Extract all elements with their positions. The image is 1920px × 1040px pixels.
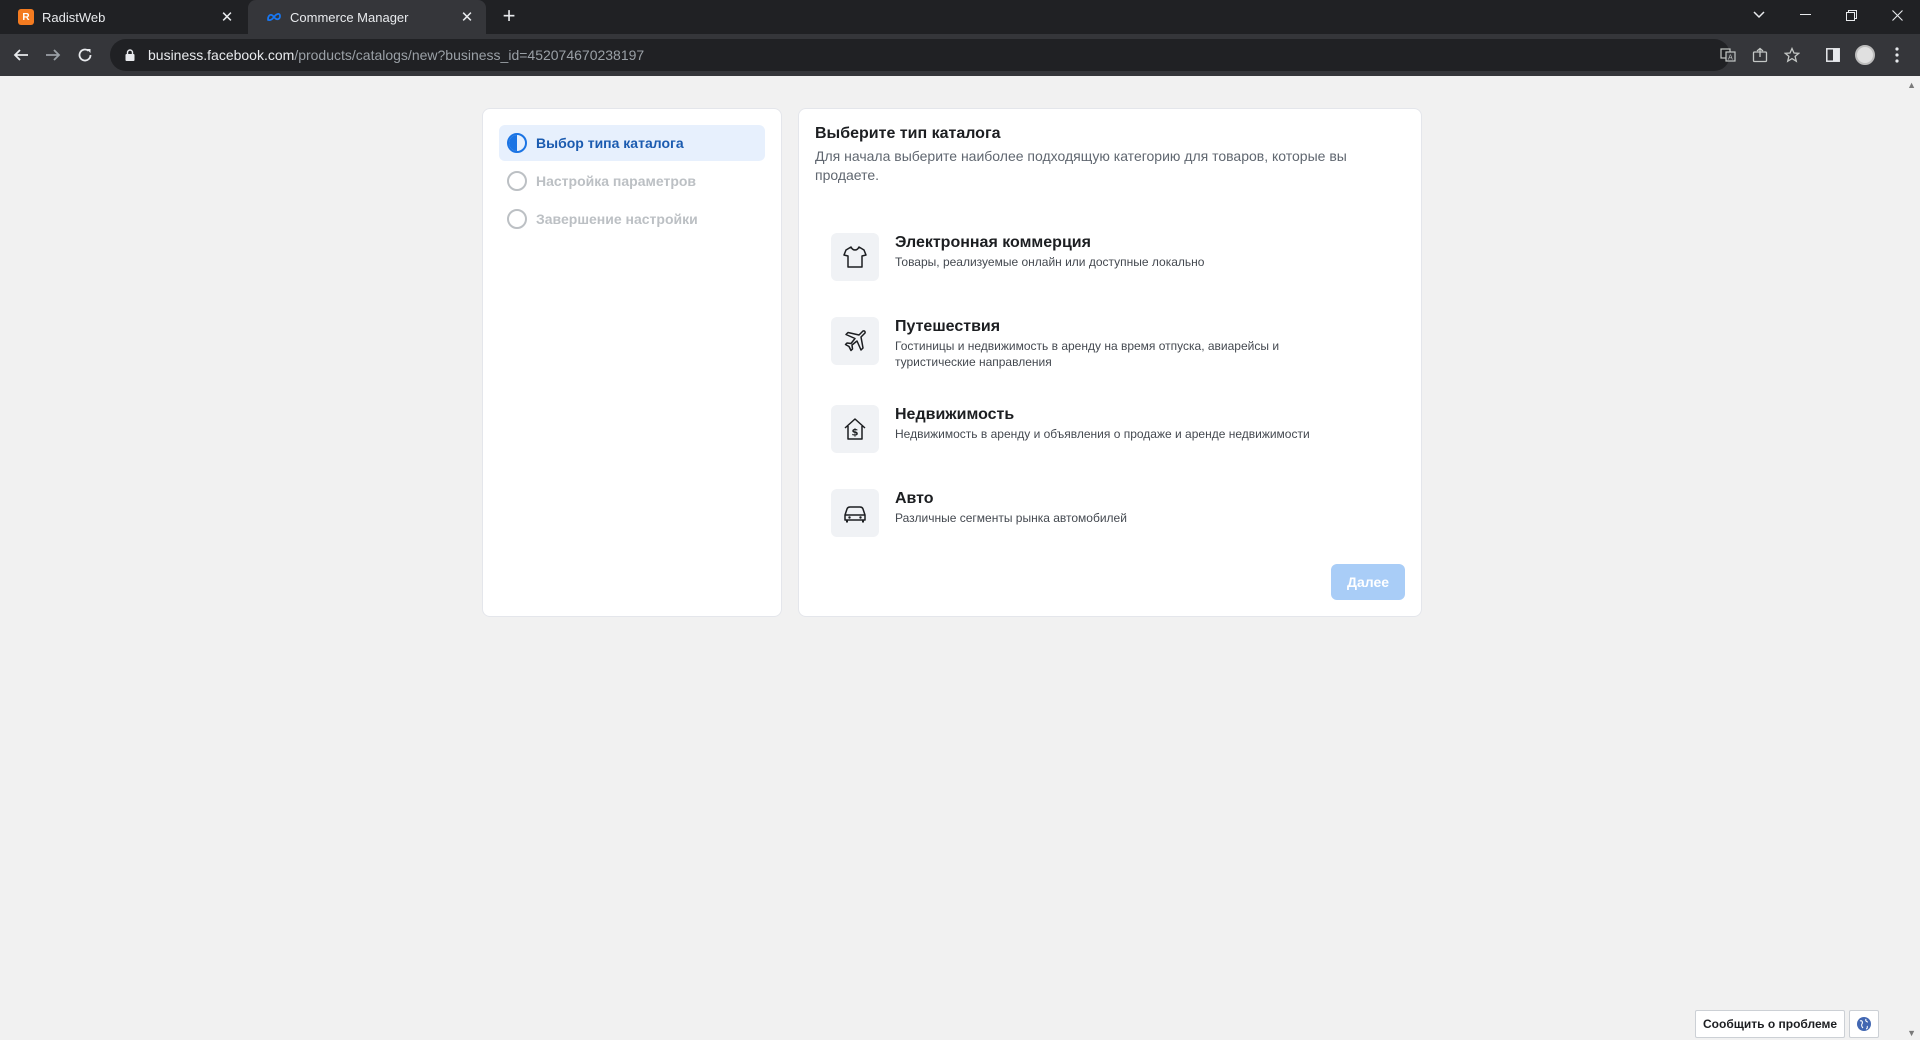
tab-title: Commerce Manager [290, 9, 409, 25]
close-window-icon[interactable] [1874, 0, 1920, 30]
option-description: Товары, реализуемые онлайн или доступные… [895, 255, 1205, 269]
house-dollar-icon: $ [831, 405, 879, 453]
step-finish: Завершение настройки [499, 201, 765, 237]
step-label: Настройка параметров [536, 173, 697, 189]
browser-tab-bar: R RadistWeb ✕ Commerce Manager ✕ + [0, 0, 1920, 34]
browser-toolbar: business.facebook.com/products/catalogs/… [0, 34, 1920, 76]
tab-commerce-manager[interactable]: Commerce Manager ✕ [248, 0, 486, 34]
option-title: Недвижимость [895, 406, 1015, 423]
meta-logo-icon [266, 9, 282, 25]
tshirt-icon [831, 233, 879, 281]
tab-title: RadistWeb [42, 9, 106, 25]
catalog-type-panel: Выберите тип каталога Для начала выберит… [798, 108, 1422, 617]
language-globe-icon[interactable] [1849, 1010, 1879, 1038]
scroll-down-arrow-icon[interactable]: ▼ [1907, 1028, 1916, 1038]
lock-icon[interactable] [122, 47, 138, 63]
bookmark-star-icon[interactable] [1784, 47, 1800, 63]
step-pending-icon [507, 171, 527, 191]
translate-icon[interactable]: A [1720, 47, 1736, 63]
option-real-estate[interactable]: $ Недвижимость Недвижимость в аренду и о… [831, 405, 1391, 453]
side-panel-icon[interactable] [1820, 42, 1846, 68]
option-travel[interactable]: Путешествия Гостиницы и недвижимость в а… [831, 317, 1391, 370]
scroll-up-arrow-icon[interactable]: ▲ [1907, 80, 1916, 90]
new-tab-button[interactable]: + [497, 5, 521, 29]
step-catalog-type[interactable]: Выбор типа каталога [499, 125, 765, 161]
step-label: Завершение настройки [536, 211, 698, 227]
option-description: Различные сегменты рынка автомобилей [895, 511, 1127, 525]
svg-text:A: A [1728, 54, 1733, 62]
restore-icon[interactable] [1828, 0, 1874, 30]
address-bar[interactable]: business.facebook.com/products/catalogs/… [110, 39, 1800, 71]
minimize-icon[interactable] [1782, 0, 1828, 30]
report-problem-button[interactable]: Сообщить о проблеме [1695, 1010, 1846, 1038]
close-tab-icon[interactable]: ✕ [218, 8, 236, 26]
step-label: Выбор типа каталога [536, 135, 684, 151]
option-title: Электронная коммерция [895, 234, 1091, 251]
option-description: Недвижимость в аренду и объявления о про… [895, 427, 1310, 441]
step-progress-icon [507, 133, 527, 153]
option-ecommerce[interactable]: Электронная коммерция Товары, реализуемы… [831, 233, 1391, 281]
forward-arrow-icon[interactable] [40, 42, 66, 68]
airplane-icon [831, 317, 879, 365]
url-host: business.facebook.com [148, 47, 295, 63]
step-pending-icon [507, 209, 527, 229]
share-icon[interactable] [1752, 47, 1768, 63]
radist-favicon-icon: R [18, 9, 34, 25]
avatar [1855, 45, 1875, 65]
url-path: /products/catalogs/new?business_id=45207… [294, 47, 645, 63]
next-button[interactable]: Далее [1331, 564, 1405, 600]
option-title: Путешествия [895, 318, 1001, 335]
tab-radistweb[interactable]: R RadistWeb ✕ [0, 0, 246, 34]
page-title: Выберите тип каталога [815, 125, 1001, 142]
option-title: Авто [895, 490, 934, 507]
page-content: ▲ Выбор типа каталога Настройка параметр… [0, 76, 1920, 1040]
svg-text:$: $ [852, 428, 859, 439]
car-icon [831, 489, 879, 537]
step-settings: Настройка параметров [499, 163, 765, 199]
close-tab-icon[interactable]: ✕ [458, 8, 476, 26]
option-auto[interactable]: Авто Различные сегменты рынка автомобиле… [831, 489, 1391, 537]
menu-kebab-icon[interactable] [1884, 42, 1910, 68]
back-arrow-icon[interactable] [8, 42, 34, 68]
profile-avatar[interactable] [1852, 42, 1878, 68]
steps-panel: Выбор типа каталога Настройка параметров… [482, 108, 782, 617]
tab-search-chevron-icon[interactable] [1736, 0, 1782, 30]
page-subtitle: Для начала выберите наиболее подходящую … [815, 148, 1347, 183]
reload-icon[interactable] [72, 42, 98, 68]
option-description: Гостиницы и недвижимость в аренду на вре… [895, 339, 1280, 369]
